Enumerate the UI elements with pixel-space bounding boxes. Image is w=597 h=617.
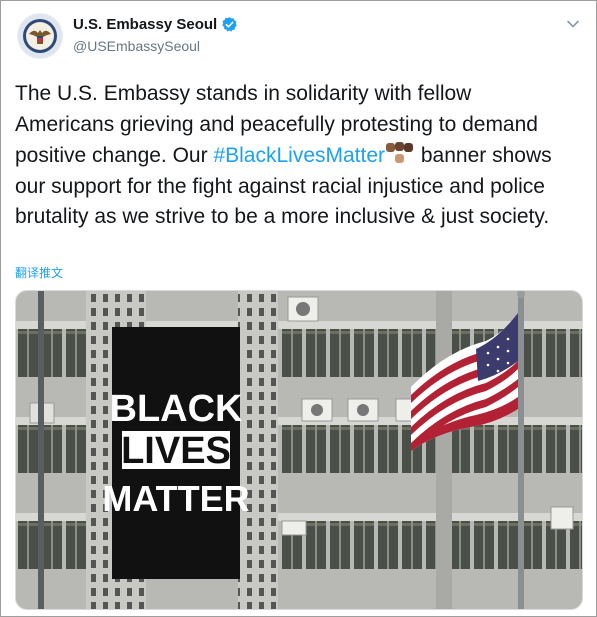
tweet-text: The U.S. Embassy stands in solidarity wi… (15, 79, 575, 233)
banner-line-black: BLACK (110, 388, 244, 430)
translate-tweet-link[interactable]: 翻译推文 (15, 264, 63, 281)
tweet-photo[interactable]: BLACK LIVES MATTER (15, 290, 583, 610)
author-handle[interactable]: @USEmbassySeoul (73, 38, 200, 54)
hashtag-link[interactable]: #BlackLivesMatter (213, 144, 385, 167)
embassy-seal-icon[interactable] (17, 13, 63, 59)
chevron-down-icon[interactable] (566, 17, 580, 31)
raised-fists-emoji (386, 142, 414, 163)
tweet-card: U.S. Embassy Seoul @USEmbassySeoul The U… (0, 0, 597, 617)
verified-badge-icon (222, 17, 237, 32)
banner-line-matter: MATTER (102, 478, 249, 519)
author-display-name[interactable]: U.S. Embassy Seoul (73, 16, 217, 33)
banner-line-lives: LIVES (121, 430, 231, 472)
